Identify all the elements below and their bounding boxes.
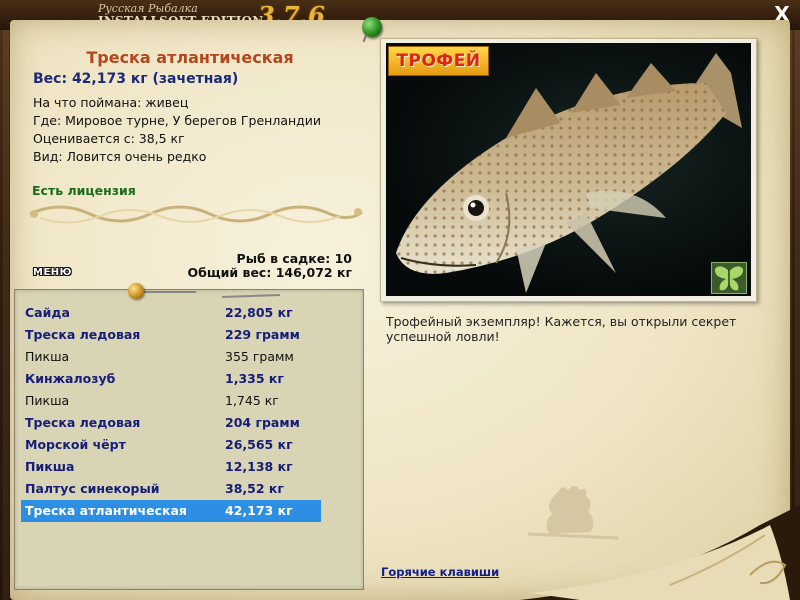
catch-item-name: Пикша xyxy=(25,349,70,364)
catch-item-name: Пикша xyxy=(25,393,70,408)
catch-list-item[interactable]: Треска ледовая 229 грамм xyxy=(21,324,321,346)
catch-valued-from: Оценивается с: 38,5 кг xyxy=(33,131,185,146)
catch-rarity: Вид: Ловится очень редко xyxy=(33,149,207,164)
catch-item-weight: 1,335 кг xyxy=(225,371,284,386)
catch-item-name: Пикша xyxy=(25,459,75,474)
gold-pushpin-icon xyxy=(128,283,144,299)
fish-weight: Вес: 42,173 кг (зачетная) xyxy=(33,71,239,87)
cod-fish-illustration xyxy=(396,53,742,293)
catch-item-weight: 22,805 кг xyxy=(225,305,293,320)
trophy-badge: ТРОФЕЙ xyxy=(388,46,489,76)
cage-count: Рыб в садке: 10 xyxy=(236,251,352,266)
list-pin-needle xyxy=(140,291,196,293)
catch-list-item[interactable]: Пикша 355 грамм xyxy=(21,346,321,368)
trophy-fish-photo xyxy=(386,43,751,296)
hotkeys-link[interactable]: Горячие клавиши xyxy=(381,565,499,579)
catch-bait: На что поймана: живец xyxy=(33,95,189,110)
catch-list-item[interactable]: Пикша 12,138 кг xyxy=(21,456,321,478)
catch-item-weight: 26,565 кг xyxy=(225,437,293,452)
catch-list-item[interactable]: Треска атлантическая 42,173 кг xyxy=(21,500,321,522)
catch-item-name: Палтус синекорый xyxy=(25,481,160,496)
catch-list-item[interactable]: Сайда 22,805 кг xyxy=(21,302,321,324)
cage-summary: Рыб в садке: 10 Общий вес: 146,072 кг xyxy=(180,251,353,280)
catch-item-name: Сайда xyxy=(25,305,70,320)
catch-item-weight: 38,52 кг xyxy=(225,481,284,496)
catch-list-item[interactable]: Палтус синекорый 38,52 кг xyxy=(21,478,321,500)
butterfly-icon-graphic xyxy=(714,266,744,291)
catch-list-item[interactable]: Треска ледовая 204 грамм xyxy=(21,412,321,434)
menu-button[interactable]: МЕНЮ xyxy=(33,266,77,280)
catch-item-name: Морской чёрт xyxy=(25,437,126,452)
page-curl-decoration xyxy=(520,505,800,600)
catch-item-weight: 42,173 кг xyxy=(225,503,293,518)
catch-list-item[interactable]: Пикша 1,745 кг xyxy=(21,390,321,412)
catch-item-weight: 204 грамм xyxy=(225,415,300,430)
catch-item-name: Треска атлантическая xyxy=(25,503,187,518)
catch-item-weight: 12,138 кг xyxy=(225,459,293,474)
butterfly-icon[interactable] xyxy=(711,262,747,294)
catch-item-weight: 1,745 кг xyxy=(225,393,279,408)
catch-info: На что поймана: живец Где: Мировое турне… xyxy=(33,94,321,166)
catch-location: Где: Мировое турне, У берегов Гренландии xyxy=(33,113,322,128)
catch-item-weight: 355 грамм xyxy=(225,349,294,364)
catch-item-name: Кинжалозуб xyxy=(25,371,116,386)
license-status: Есть лицензия xyxy=(32,183,136,198)
fish-name-title: Треска атлантическая xyxy=(86,48,294,67)
catch-list-item[interactable]: Кинжалозуб 1,335 кг xyxy=(21,368,321,390)
catch-item-name: Треска ледовая xyxy=(25,327,141,342)
catch-list-item[interactable]: Морской чёрт 26,565 кг xyxy=(21,434,321,456)
trophy-description: Трофейный экземпляр! Кажется, вы открыли… xyxy=(386,314,737,344)
catch-item-name: Треска ледовая xyxy=(25,415,141,430)
cage-total-weight: Общий вес: 146,072 кг xyxy=(187,265,353,280)
ornament-divider xyxy=(29,205,363,224)
catch-item-weight: 229 грамм xyxy=(225,327,300,342)
